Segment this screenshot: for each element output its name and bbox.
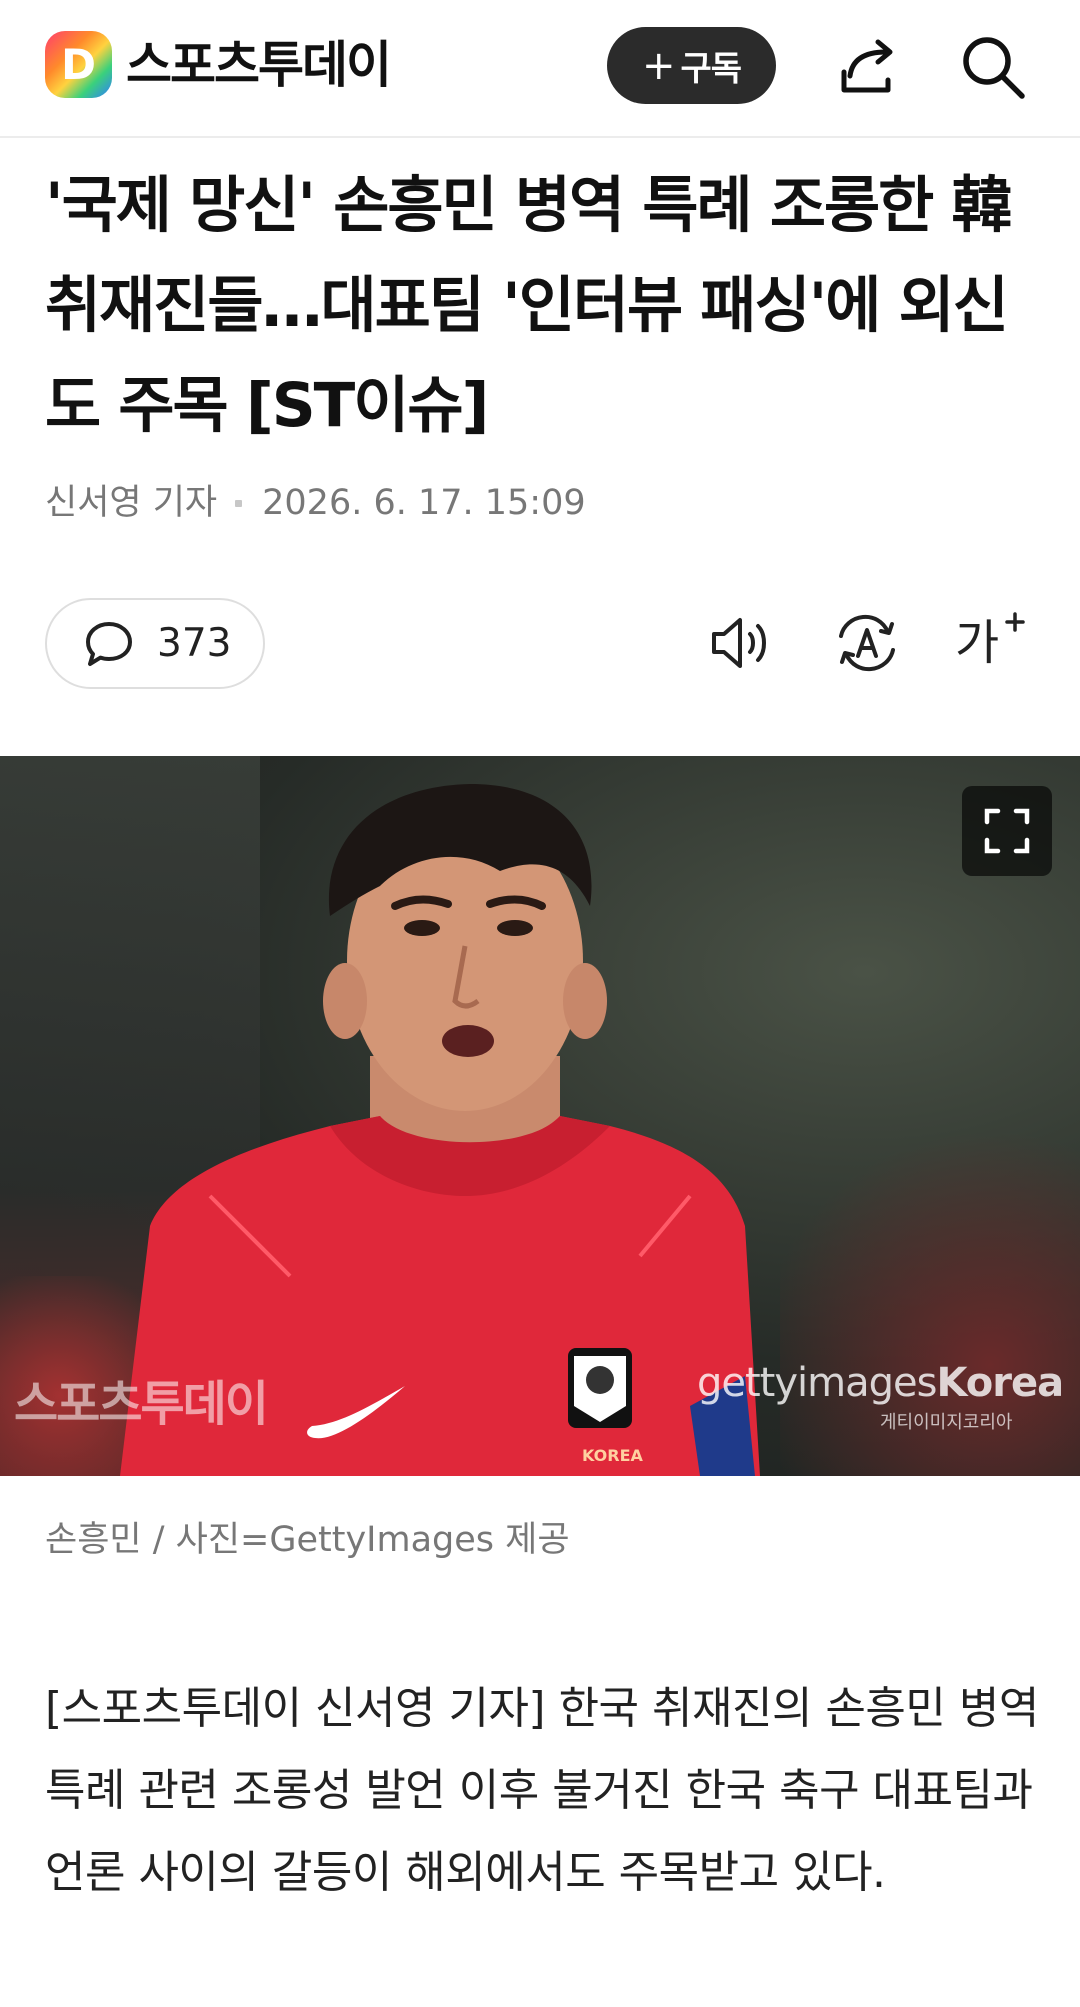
subscribe-button[interactable]: + 구독 bbox=[607, 27, 776, 104]
article-meta: 신서영 기자 2026. 6. 17. 15:09 bbox=[45, 478, 586, 528]
comment-count: 373 bbox=[157, 621, 232, 666]
jersey-text: KOREA bbox=[582, 1446, 643, 1465]
comment-icon bbox=[86, 621, 132, 666]
getty-light: getty bbox=[697, 1360, 798, 1406]
getty-images: images bbox=[797, 1360, 937, 1406]
comment-button[interactable]: 373 bbox=[45, 598, 265, 689]
getty-watermark-sub: 게티이미지코리아 bbox=[880, 1412, 1013, 1433]
getty-korea: Korea bbox=[936, 1360, 1064, 1406]
font-size-label: 가 bbox=[955, 615, 1000, 671]
publish-datetime: 2026. 6. 17. 15:09 bbox=[262, 483, 586, 523]
getty-watermark: gettyimagesKorea bbox=[697, 1360, 1064, 1406]
brand-name[interactable]: 스포츠투데이 bbox=[126, 30, 392, 100]
search-icon[interactable] bbox=[958, 32, 1028, 102]
expand-icon bbox=[984, 808, 1030, 854]
share-icon[interactable] bbox=[836, 36, 902, 100]
photo-caption: 손흥민 / 사진=GettyImages 제공 bbox=[45, 1520, 570, 1560]
subscribe-label: 구독 bbox=[680, 49, 742, 89]
font-size-button[interactable]: 가 bbox=[955, 610, 1025, 676]
logo-letter: D bbox=[61, 40, 96, 89]
photo-watermark-brand: 스포츠투데이 bbox=[14, 1376, 269, 1432]
logo-icon[interactable]: D bbox=[45, 31, 112, 98]
plus-icon: + bbox=[641, 42, 676, 89]
speaker-icon[interactable] bbox=[708, 610, 778, 676]
expand-photo-button[interactable] bbox=[962, 786, 1052, 876]
meta-separator bbox=[235, 499, 243, 507]
article-headline: '국제 망신' 손흥민 병역 특례 조롱한 韓 취재진들…대표팀 '인터뷰 패싱… bbox=[45, 170, 1012, 441]
top-app-bar: D 스포츠투데이 + 구독 bbox=[0, 0, 1080, 138]
reporter-name[interactable]: 신서영 기자 bbox=[45, 478, 217, 528]
article-photo[interactable]: 스포츠투데이 gettyimagesKorea 게티이미지코리아 KOREA bbox=[0, 756, 1080, 1476]
article-body: [스포츠투데이 신서영 기자] 한국 취재진의 손흥민 병역 특례 관련 조롱성… bbox=[45, 1683, 1039, 1898]
translate-icon[interactable] bbox=[832, 610, 902, 676]
plus-small-icon bbox=[1005, 612, 1025, 632]
